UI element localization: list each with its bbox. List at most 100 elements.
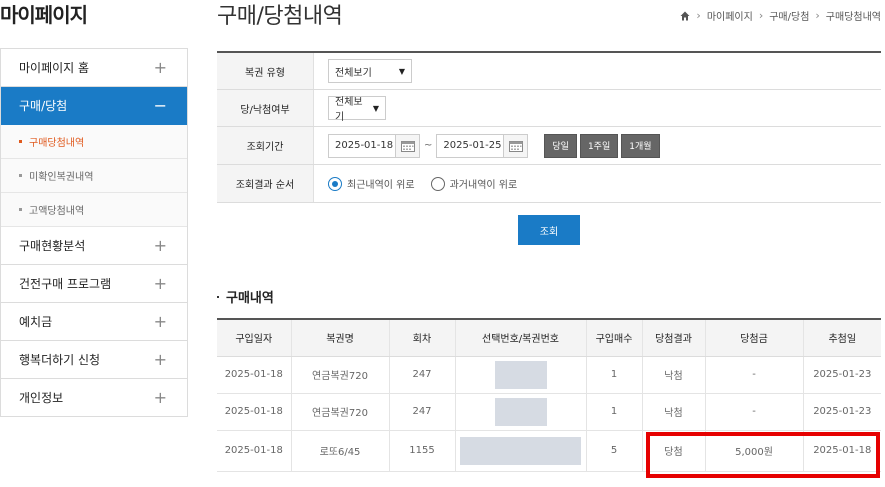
sidebar-subitem-purchase-history[interactable]: 구매당첨내역 <box>1 125 187 159</box>
home-icon[interactable] <box>680 11 690 21</box>
breadcrumb-item[interactable]: 구매/당첨 <box>769 8 809 23</box>
expand-icon: + <box>153 350 167 369</box>
sidebar-item-label: 마이페이지 홈 <box>19 61 90 75</box>
sidebar-item-analysis[interactable]: 구매현황분석 + <box>1 227 187 265</box>
win-status-row: 당/낙첨여부 전체보기 ▼ <box>217 90 881 127</box>
caret-down-icon: ▼ <box>398 66 405 76</box>
column-header: 당첨금 <box>704 319 803 357</box>
order-past-radio[interactable]: 과거내역이 위로 <box>430 176 517 191</box>
lottery-name-cell: 로또6/45 <box>290 430 389 472</box>
lottery-name-cell: 연금복권720 <box>290 393 389 431</box>
sidebar-item-label: 구매현황분석 <box>19 239 86 253</box>
caret-down-icon: ▼ <box>372 103 379 113</box>
count-cell: 1 <box>585 393 642 431</box>
sidebar-item-mypage-home[interactable]: 마이페이지 홈 + <box>1 49 187 87</box>
search-form: 복권 유형 전체보기 ▼ 당/낙첨여부 전체보기 ▼ 조회기간 2025-01-… <box>217 51 881 203</box>
section-title-text: 구매내역 <box>226 291 274 306</box>
redacted-block <box>460 436 581 465</box>
sidebar-item-label: 건전구매 프로그램 <box>19 277 112 291</box>
period-row: 조회기간 2025-01-18 ~ 2025-01-25 당일 1주일 1개월 <box>217 127 881 165</box>
expand-icon: + <box>153 274 167 293</box>
sidebar-item-happiness[interactable]: 행복더하기 신청 + <box>1 341 187 379</box>
lottery-name-cell: 연금복권720 <box>290 356 389 394</box>
period-today-button[interactable]: 당일 <box>544 133 577 158</box>
column-header: 추첨일 <box>802 319 881 357</box>
sidebar-subitem-label: 고액당첨내역 <box>29 206 85 217</box>
draw-date-cell: 2025-01-23 <box>802 356 881 394</box>
sidebar-subitem-label: 미확인복권내역 <box>29 172 94 183</box>
purchase-date-cell: 2025-01-18 <box>217 393 291 431</box>
date-to-value: 2025-01-25 <box>443 140 502 151</box>
sidebar-item-deposit[interactable]: 예치금 + <box>1 303 187 341</box>
calendar-icon[interactable] <box>503 134 528 157</box>
result-cell: 낙첨 <box>641 393 705 431</box>
section-title: 구매내역 <box>217 287 274 306</box>
bullet-icon <box>19 140 22 143</box>
table-row: 2025-01-18 연금복권720 247 1 낙첨 - 2025-01-23 <box>217 356 881 394</box>
date-to-input[interactable]: 2025-01-25 <box>436 133 529 158</box>
column-header: 회차 <box>388 319 455 357</box>
column-header: 복권명 <box>290 319 389 357</box>
date-from-input[interactable]: 2025-01-18 <box>328 133 420 158</box>
column-header: 구입매수 <box>585 319 642 357</box>
select-value: 전체보기 <box>335 67 372 79</box>
prize-cell: 5,000원 <box>704 430 803 472</box>
search-button[interactable]: 조회 <box>518 215 580 245</box>
redacted-block <box>494 360 547 389</box>
sidebar-item-personal-info[interactable]: 개인정보 + <box>1 379 187 417</box>
lottery-type-label: 복권 유형 <box>217 53 314 89</box>
sidebar-item-label: 구매/당첨 <box>19 99 68 113</box>
period-week-button[interactable]: 1주일 <box>579 133 619 158</box>
purchase-history-table: 구입일자 복권명 회차 선택번호/복권번호 구입매수 당첨결과 당첨금 추첨일 … <box>217 318 881 472</box>
expand-icon: + <box>153 312 167 331</box>
order-recent-radio[interactable]: 최근내역이 위로 <box>328 176 415 191</box>
period-label: 조회기간 <box>217 127 314 164</box>
column-header: 선택번호/복권번호 <box>454 319 586 357</box>
bullet-icon <box>19 174 22 177</box>
purchase-date-cell: 2025-01-18 <box>217 356 291 394</box>
breadcrumb-item: 구매당첨내역 <box>825 12 881 23</box>
draw-date-cell: 2025-01-18 <box>802 430 881 472</box>
sidebar-item-label: 예치금 <box>19 315 53 329</box>
prize-cell: - <box>704 393 803 431</box>
radio-unchecked-icon <box>430 176 445 191</box>
win-status-label: 당/낙첨여부 <box>217 90 314 126</box>
page-title: 구매/당첨내역 <box>217 4 343 29</box>
lottery-type-select[interactable]: 전체보기 ▼ <box>328 59 412 83</box>
period-month-button[interactable]: 1개월 <box>621 133 660 158</box>
date-from-value: 2025-01-18 <box>335 140 394 151</box>
expand-icon: + <box>153 58 167 77</box>
select-value: 전체보기 <box>335 97 363 123</box>
round-cell: 1155 <box>388 430 455 472</box>
lottery-type-row: 복권 유형 전체보기 ▼ <box>217 53 881 90</box>
win-status-select[interactable]: 전체보기 ▼ <box>328 96 386 123</box>
number-cell[interactable] <box>454 393 586 431</box>
count-cell: 1 <box>585 356 642 394</box>
sidebar-item-label: 행복더하기 신청 <box>19 353 101 367</box>
calendar-icon[interactable] <box>395 134 419 157</box>
bullet-icon <box>217 295 219 298</box>
round-cell: 247 <box>388 356 455 394</box>
chevron-right-icon: › <box>696 9 701 22</box>
result-cell: 낙첨 <box>641 356 705 394</box>
result-cell: 당첨 <box>641 430 705 472</box>
round-cell: 247 <box>388 393 455 431</box>
table-header-row: 구입일자 복권명 회차 선택번호/복권번호 구입매수 당첨결과 당첨금 추첨일 <box>217 319 881 357</box>
breadcrumb-item[interactable]: 마이페이지 <box>707 8 753 23</box>
count-cell: 5 <box>585 430 642 472</box>
chevron-right-icon: › <box>815 9 820 22</box>
sidebar-title: 마이페이지 <box>0 3 88 27</box>
sidebar-item-healthy-program[interactable]: 건전구매 프로그램 + <box>1 265 187 303</box>
prize-cell: - <box>704 356 803 394</box>
number-cell[interactable] <box>454 430 586 472</box>
bullet-icon <box>19 208 22 211</box>
number-cell[interactable] <box>454 356 586 394</box>
column-header: 구입일자 <box>217 319 291 357</box>
chevron-right-icon: › <box>758 9 764 22</box>
purchase-date-cell: 2025-01-18 <box>217 430 291 472</box>
expand-icon: + <box>153 388 167 407</box>
sidebar-subitem-high-win[interactable]: 고액당첨내역 <box>1 193 187 227</box>
sidebar-subitem-unchecked[interactable]: 미확인복권내역 <box>1 159 187 193</box>
radio-label: 최근내역이 위로 <box>347 180 415 191</box>
sidebar-item-purchase-win[interactable]: 구매/당첨 − <box>1 87 187 125</box>
